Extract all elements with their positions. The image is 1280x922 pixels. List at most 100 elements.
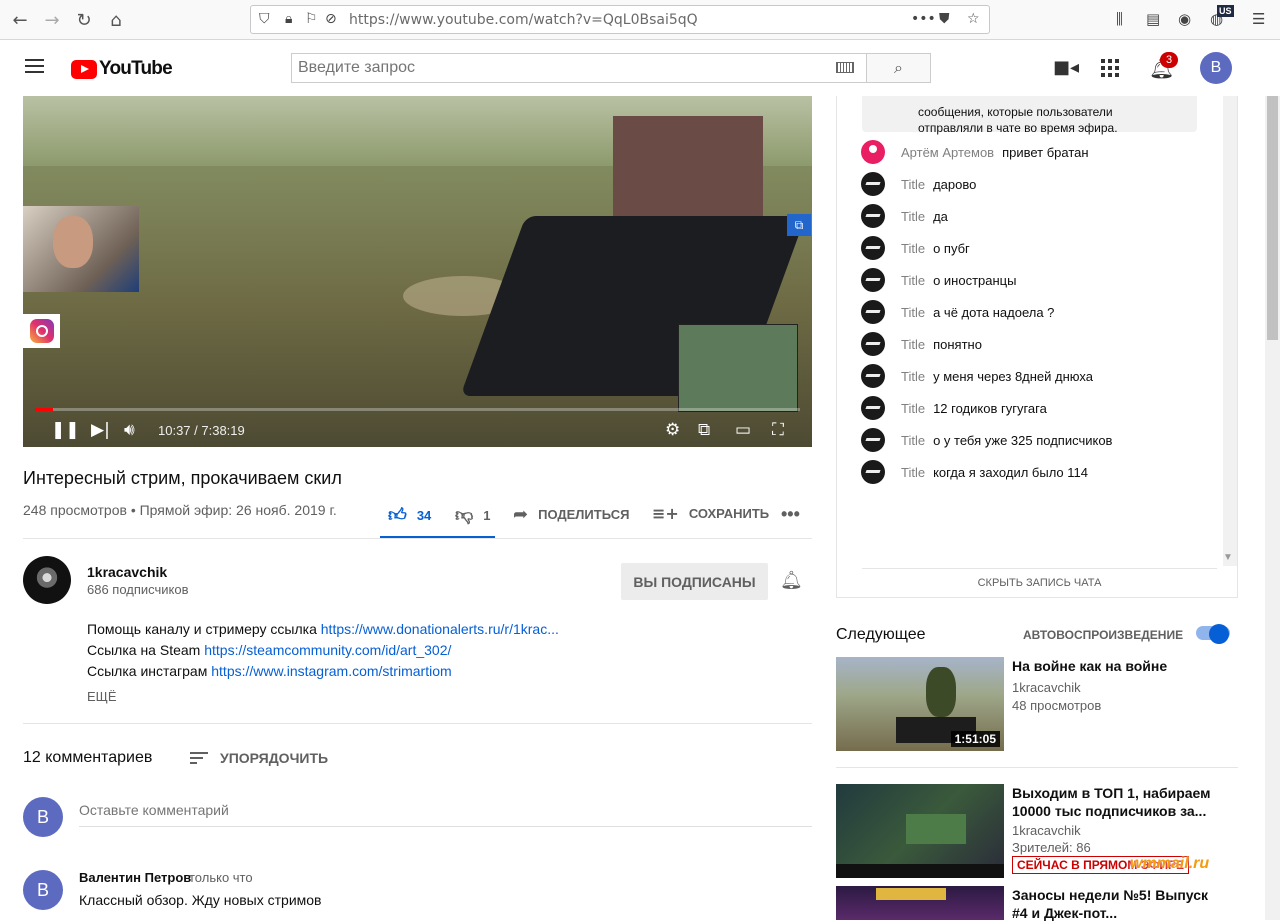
chat-author-avatar[interactable] [861, 236, 885, 260]
more-actions-icon[interactable]: ••• [781, 504, 800, 525]
chat-author[interactable]: Title [901, 369, 925, 384]
pocket-icon[interactable]: ⛊ [939, 11, 950, 27]
comment-time[interactable]: только что [189, 870, 253, 885]
shield-icon[interactable]: ⛉ [259, 11, 270, 27]
chat-author-avatar[interactable] [861, 300, 885, 324]
like-button[interactable]: 👍︎ 34 [388, 504, 431, 526]
video-player[interactable]: ⧉ ❚❚ ▶| 🔊︎ 10:37 / 7:38:19 ⚙ ⧉ ▭ ⛶ [23, 96, 812, 447]
chat-author[interactable]: Title [901, 305, 925, 320]
search-input[interactable] [292, 54, 866, 82]
autoplay-blocked-icon[interactable]: ⊘ [325, 11, 337, 27]
back-icon[interactable]: ← [6, 6, 34, 34]
theater-mode-icon[interactable]: ▭ [735, 420, 751, 440]
chat-author-avatar[interactable] [861, 396, 885, 420]
recommendation-viewers: Зрителей: 86 [1012, 840, 1091, 855]
create-video-icon[interactable]: ■◂ [1053, 57, 1079, 78]
save-button[interactable]: ≡+ СОХРАНИТЬ [652, 504, 769, 523]
divider [23, 538, 812, 539]
chat-author-avatar[interactable] [861, 204, 885, 228]
locale-badge: US [1217, 5, 1234, 17]
keyboard-icon[interactable] [836, 62, 854, 73]
recommendation-thumbnail[interactable]: 1:51:05 [836, 657, 1004, 751]
video-progress-bar[interactable] [35, 408, 800, 411]
chat-author[interactable]: Title [901, 433, 925, 448]
show-more-button[interactable]: ЕЩЁ [87, 689, 117, 704]
bookmark-star-icon[interactable]: ☆ [967, 11, 980, 27]
page-scrollbar-thumb[interactable] [1267, 60, 1278, 340]
recommendation-title[interactable]: На войне как на войне [1012, 657, 1222, 675]
chat-author[interactable]: Title [901, 209, 925, 224]
chat-author[interactable]: Title [901, 177, 925, 192]
autoplay-toggle-knob[interactable] [1209, 624, 1229, 644]
thumbs-up-icon: 👍︎ [388, 505, 407, 526]
chat-notice-text: сообщения, которые пользователи отправля… [918, 105, 1118, 135]
library-icon[interactable]: ⫼ [1116, 10, 1123, 28]
reload-icon[interactable]: ↻ [70, 6, 98, 34]
comment-input[interactable] [79, 799, 812, 821]
sidebar-icon[interactable]: ▤ [1146, 10, 1160, 28]
user-avatar[interactable]: B [1200, 52, 1232, 84]
guide-menu-icon[interactable] [25, 59, 44, 73]
sort-comments-button[interactable]: УПОРЯДОЧИТЬ [190, 749, 328, 767]
forward-icon[interactable]: → [38, 6, 66, 34]
account-icon[interactable]: ◉ [1178, 10, 1191, 28]
commenter-avatar[interactable]: B [23, 870, 63, 910]
youtube-logo[interactable]: YouTube [71, 58, 173, 80]
streamer-webcam [23, 206, 139, 292]
recommendation-channel[interactable]: 1kracavchik [1012, 680, 1081, 695]
menu-icon[interactable]: ☰ [1252, 10, 1265, 28]
recommendation-title[interactable]: Заносы недели №5! Выпуск #4 и Джек-пот..… [1012, 886, 1222, 922]
comment-text: Классный обзор. Жду новых стримов [79, 892, 322, 908]
instagram-link[interactable]: https://www.instagram.com/strimartiom [211, 663, 451, 679]
chat-author[interactable]: Артём Артемов [901, 145, 994, 160]
chat-author[interactable]: Title [901, 401, 925, 416]
channel-avatar[interactable] [23, 556, 71, 604]
steam-link[interactable]: https://steamcommunity.com/id/art_302/ [204, 642, 451, 658]
description-line: Помощь каналу и стримеру ссылка https://… [87, 621, 559, 637]
recommendation-channel[interactable]: 1kracavchik [1012, 823, 1081, 838]
scroll-down-icon[interactable]: ▼ [1223, 552, 1233, 563]
chat-author[interactable]: Title [901, 465, 925, 480]
page-actions-icon[interactable]: ••• [911, 11, 936, 27]
subscribed-button[interactable]: ВЫ ПОДПИСАНЫ [621, 563, 768, 600]
hide-chat-button[interactable]: СКРЫТЬ ЗАПИСЬ ЧАТА [862, 568, 1217, 596]
settings-gear-icon[interactable]: ⚙ [665, 420, 680, 440]
chat-scrollbar[interactable] [1223, 96, 1237, 566]
sort-icon [190, 749, 208, 767]
next-icon[interactable]: ▶| [91, 420, 110, 440]
miniplayer-icon[interactable]: ⧉ [698, 420, 710, 440]
donation-link[interactable]: https://www.donationalerts.ru/r/1krac... [321, 621, 559, 637]
recommendation-thumbnail[interactable] [836, 784, 1004, 878]
recommendation-thumbnail[interactable] [836, 886, 1004, 920]
share-button[interactable]: ➦ ПОДЕЛИТЬСЯ [513, 504, 629, 525]
chat-author-avatar[interactable] [861, 460, 885, 484]
apps-grid-icon[interactable] [1101, 59, 1119, 77]
chat-author[interactable]: Title [901, 273, 925, 288]
chat-author[interactable]: Title [901, 337, 925, 352]
chat-author-avatar[interactable] [861, 428, 885, 452]
chat-message-text: о у тебя уже 325 подписчиков [933, 432, 1113, 448]
chat-message-text: а чё дота надоела ? [933, 304, 1055, 320]
cast-overlay-icon[interactable]: ⧉ [787, 214, 811, 236]
lock-icon[interactable]: 🔒︎ [285, 11, 292, 27]
home-icon[interactable]: ⌂ [102, 6, 130, 34]
permissions-icon[interactable]: ⚐ [305, 11, 318, 27]
pause-icon[interactable]: ❚❚ [51, 420, 80, 440]
address-bar[interactable]: ⛉ 🔒︎ ⚐ ⊘ https://www.youtube.com/watch?v… [250, 5, 990, 34]
chat-author-avatar[interactable] [861, 268, 885, 292]
chat-author-avatar[interactable] [861, 140, 885, 164]
chat-author-avatar[interactable] [861, 172, 885, 196]
url-text[interactable]: https://www.youtube.com/watch?v=QqL0Bsai… [349, 12, 698, 28]
channel-bell-icon[interactable]: 🔔︎ [780, 570, 803, 591]
channel-name[interactable]: 1kracavchik [87, 564, 167, 580]
volume-icon[interactable]: 🔊︎ [124, 420, 135, 440]
chat-message: Title да [861, 202, 948, 230]
chat-author-avatar[interactable] [861, 332, 885, 356]
search-button[interactable]: ⌕ [866, 53, 931, 83]
comment-author[interactable]: Валентин Петров [79, 870, 191, 885]
recommendation-title[interactable]: Выходим в ТОП 1, набираем 10000 тыс подп… [1012, 784, 1222, 820]
fullscreen-icon[interactable]: ⛶ [772, 420, 784, 440]
dislike-button[interactable]: 👎︎ 1 [455, 504, 491, 526]
chat-author[interactable]: Title [901, 241, 925, 256]
chat-author-avatar[interactable] [861, 364, 885, 388]
